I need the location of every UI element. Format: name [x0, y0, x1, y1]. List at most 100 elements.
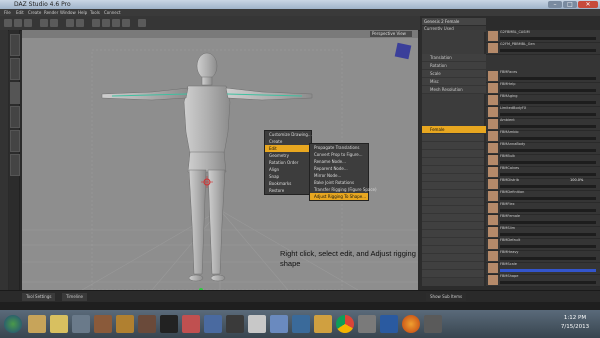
tree-item[interactable] — [422, 134, 484, 142]
tree-item[interactable] — [422, 190, 484, 198]
tree-item[interactable] — [422, 142, 484, 150]
tab-tool-settings[interactable]: Tool Settings — [22, 293, 56, 301]
taskbar-app-icon[interactable] — [248, 315, 266, 333]
taskbar-app-icon[interactable] — [182, 315, 200, 333]
menu-item-reparent-node[interactable]: Reparent Node... — [310, 165, 368, 172]
close-button[interactable]: ✕ — [578, 1, 598, 8]
param-slider[interactable] — [500, 137, 596, 140]
menu-help[interactable]: Help — [78, 9, 87, 16]
tree-item[interactable] — [422, 238, 484, 246]
menu-file[interactable]: File — [4, 9, 11, 16]
tab-content-library[interactable] — [10, 34, 20, 56]
menu-item-create[interactable]: Create — [265, 138, 311, 145]
taskbar-app-icon[interactable] — [160, 315, 178, 333]
tab-parameters[interactable] — [10, 106, 20, 128]
taskbar-app-icon[interactable] — [380, 315, 398, 333]
universal-tool-icon[interactable] — [92, 19, 100, 27]
tree-item[interactable] — [422, 254, 484, 262]
tree-item[interactable] — [422, 198, 484, 206]
param-slider[interactable] — [500, 281, 596, 284]
menu-window[interactable]: Window — [60, 9, 76, 16]
param-slider[interactable] — [500, 49, 596, 52]
menu-item-edit[interactable]: Edit — [265, 145, 311, 152]
tree-item[interactable] — [422, 150, 484, 158]
tree-item-female[interactable]: Female — [422, 126, 492, 134]
param-slider[interactable] — [500, 221, 596, 224]
start-button-icon[interactable] — [4, 315, 22, 333]
node-weight-tool-icon[interactable] — [138, 19, 146, 27]
menu-connect[interactable]: Connect — [104, 9, 121, 16]
menu-edit[interactable]: Edit — [16, 9, 24, 16]
taskbar-app-icon[interactable] — [314, 315, 332, 333]
open-icon[interactable] — [14, 19, 22, 27]
tree-item[interactable] — [422, 174, 484, 182]
param-value[interactable]: 100.0% — [570, 178, 583, 182]
taskbar-app-icon[interactable] — [138, 315, 156, 333]
scene-header[interactable]: Genesis 2 Female — [422, 18, 486, 25]
menu-item-restore[interactable]: Restore — [265, 187, 311, 194]
param-slider[interactable] — [500, 149, 596, 152]
param-slider[interactable] — [500, 101, 596, 104]
tree-item-scale[interactable]: Scale — [422, 70, 492, 78]
file-explorer-icon[interactable] — [28, 315, 46, 333]
tab-smart-content[interactable] — [10, 58, 20, 80]
menu-item-rename-node[interactable]: Rename Node... — [310, 158, 368, 165]
param-slider[interactable] — [500, 245, 596, 248]
taskbar-app-icon[interactable] — [50, 315, 68, 333]
menu-item-snap[interactable]: Snap — [265, 173, 311, 180]
menu-item-rotation-order[interactable]: Rotation Order — [265, 159, 311, 166]
taskbar-app-icon[interactable] — [424, 315, 442, 333]
menu-item-geometry[interactable]: Geometry — [265, 152, 311, 159]
menu-item-align[interactable]: Align — [265, 166, 311, 173]
tree-item[interactable] — [422, 262, 484, 270]
tree-item[interactable] — [422, 222, 484, 230]
minimize-button[interactable]: – — [548, 1, 562, 8]
param-slider[interactable] — [500, 269, 596, 272]
tab-timeline[interactable]: Timeline — [62, 293, 88, 301]
tree-item[interactable] — [422, 166, 484, 174]
tree-item[interactable] — [422, 270, 484, 278]
menu-item-customize-drawing[interactable]: Customize Drawing... — [265, 131, 312, 138]
translate-tool-icon[interactable] — [112, 19, 120, 27]
taskbar-app-icon[interactable] — [358, 315, 376, 333]
taskbar-app-icon[interactable] — [270, 315, 288, 333]
chrome-icon[interactable] — [336, 315, 354, 333]
render-icon[interactable] — [66, 19, 74, 27]
menu-item-transfer-rigging[interactable]: Transfer Rigging (Figure Space) — [310, 186, 377, 193]
rotate-tool-icon[interactable] — [102, 19, 110, 27]
maximize-button[interactable]: □ — [563, 1, 577, 8]
param-slider[interactable] — [500, 209, 596, 212]
param-slider[interactable] — [500, 161, 596, 164]
tree-item-rotation[interactable]: Rotation — [422, 62, 492, 70]
tree-item[interactable] — [422, 206, 484, 214]
tab-surfaces[interactable] — [10, 130, 20, 152]
param-slider[interactable] — [500, 197, 596, 200]
redo-icon[interactable] — [50, 19, 58, 27]
param-slider[interactable] — [500, 89, 596, 92]
tree-item[interactable] — [422, 158, 484, 166]
param-slider[interactable] — [500, 113, 596, 116]
save-icon[interactable] — [24, 19, 32, 27]
tree-item[interactable] — [422, 182, 484, 190]
taskbar-clock[interactable]: 1:12 PM 7/15/2013 — [552, 314, 598, 332]
taskbar-app-icon[interactable] — [72, 315, 90, 333]
taskbar-app-icon[interactable] — [94, 315, 112, 333]
param-slider[interactable] — [500, 257, 596, 260]
menu-item-mirror-node[interactable]: Mirror Node... — [310, 172, 368, 179]
menu-item-convert-prop[interactable]: Convert Prop to Figure... — [310, 151, 368, 158]
taskbar-app-icon[interactable] — [204, 315, 222, 333]
tree-item[interactable] — [422, 214, 484, 222]
new-scene-icon[interactable] — [4, 19, 12, 27]
taskbar-app-icon[interactable] — [292, 315, 310, 333]
taskbar-app-icon[interactable] — [226, 315, 244, 333]
tree-item-misc[interactable]: Misc — [422, 78, 492, 86]
render-settings-icon[interactable] — [76, 19, 84, 27]
menu-tools[interactable]: Tools — [90, 9, 100, 16]
menu-item-bookmarks[interactable]: Bookmarks — [265, 180, 311, 187]
show-sub-items-toggle[interactable]: Show Sub Items — [426, 293, 467, 301]
param-slider[interactable] — [500, 125, 596, 128]
scale-tool-icon[interactable] — [122, 19, 130, 27]
tab-render-settings[interactable] — [10, 154, 20, 176]
param-slider[interactable] — [500, 173, 596, 176]
menu-item-adjust-rigging[interactable]: Adjust Rigging To Shape... — [310, 193, 368, 200]
